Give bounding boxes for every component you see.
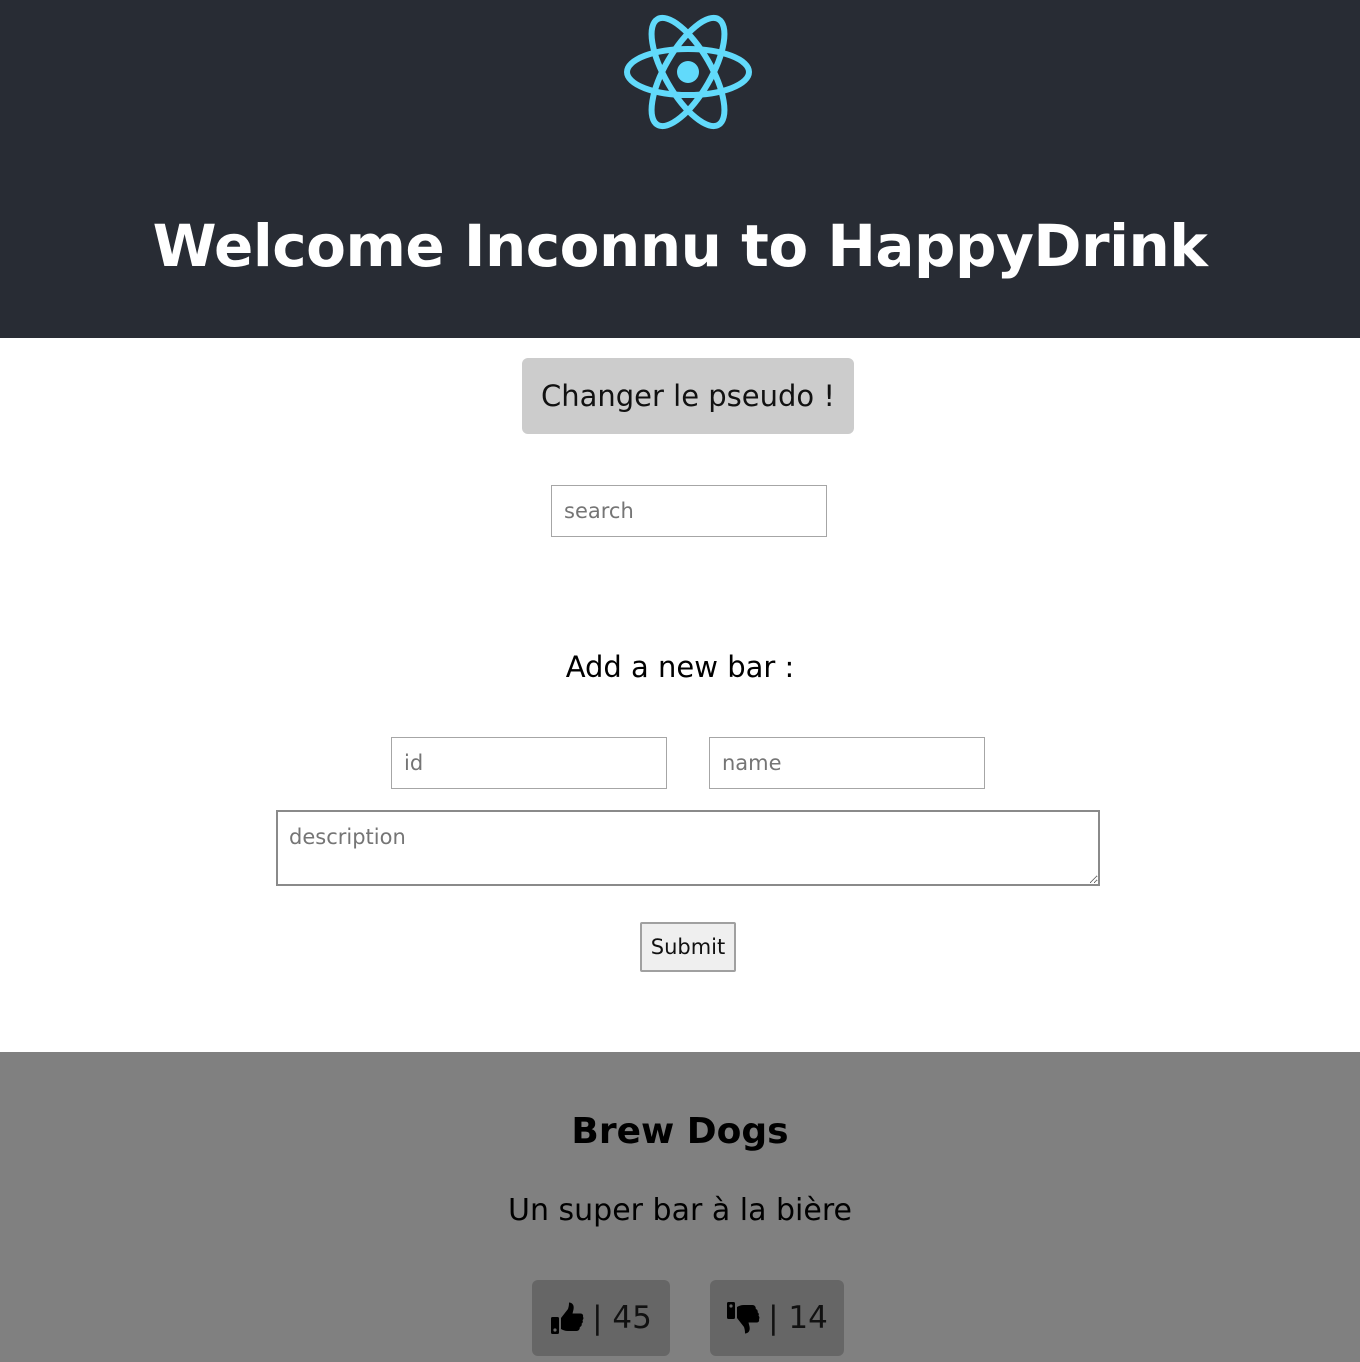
thumbs-up-icon	[551, 1302, 584, 1334]
react-atom-icon	[624, 14, 752, 130]
change-pseudo-button[interactable]: Changer le pseudo !	[522, 358, 854, 434]
description-field[interactable]	[276, 810, 1100, 886]
add-bar-heading: Add a new bar :	[565, 650, 795, 684]
search-input[interactable]	[551, 485, 827, 537]
likes-count: | 45	[592, 1300, 652, 1336]
like-button[interactable]: | 45	[532, 1280, 670, 1356]
submit-button[interactable]: Submit	[640, 922, 736, 972]
bar-name: Brew Dogs	[571, 1111, 789, 1152]
app-header: Welcome Inconnu to HappyDrink	[0, 0, 1360, 338]
id-field[interactable]	[391, 737, 667, 789]
page-title: Welcome Inconnu to HappyDrink	[152, 212, 1208, 280]
name-field[interactable]	[709, 737, 985, 789]
thumbs-down-icon	[727, 1302, 760, 1334]
bar-card: Brew Dogs Un super bar à la bière | 45 |…	[0, 1052, 1360, 1362]
dislike-button[interactable]: | 14	[710, 1280, 844, 1356]
dislikes-count: | 14	[768, 1300, 828, 1336]
bar-description: Un super bar à la bière	[508, 1193, 852, 1228]
